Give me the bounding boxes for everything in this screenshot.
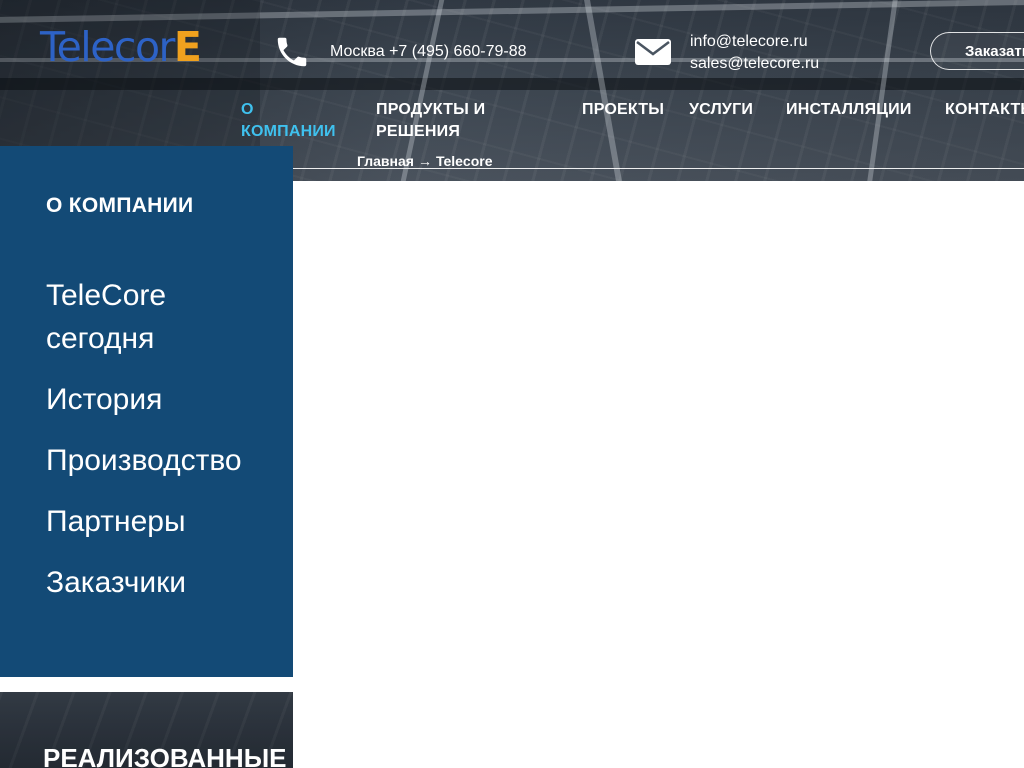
order-button[interactable]: Заказать	[930, 32, 1024, 70]
nav-item-about[interactable]: О КОМПАНИИ	[241, 99, 336, 143]
nav-item-label: ПРОЕКТЫ	[582, 101, 665, 118]
mail-icon	[635, 39, 671, 65]
breadcrumb-current: Telecore	[435, 153, 493, 169]
email-sales-link[interactable]: sales@telecore.ru	[690, 53, 819, 75]
phone-icon	[277, 37, 307, 67]
breadcrumb-arrow-icon: →	[417, 153, 432, 169]
promo-title: РЕАЛИЗОВАННЫЕ	[43, 743, 287, 768]
sidebar-item-label: TeleCore	[46, 279, 167, 312]
sidebar-item-history[interactable]: История	[46, 378, 162, 421]
breadcrumb: Главная → Telecore	[357, 153, 492, 169]
projects-promo-card[interactable]: РЕАЛИЗОВАННЫЕ	[0, 692, 293, 768]
nav-item-installations[interactable]: ИНСТАЛЛЯЦИИ	[786, 99, 912, 121]
hero-divider	[293, 168, 1024, 169]
nav-item-label: О	[241, 101, 254, 118]
nav-item-label: УСЛУГИ	[689, 101, 754, 118]
phone-number[interactable]: Москва +7 (495) 660-79-88	[330, 42, 527, 62]
nav-item-contacts[interactable]: КОНТАКТЫ	[945, 99, 1024, 121]
email-list: info@telecore.ru sales@telecore.ru	[690, 31, 819, 75]
nav-item-projects[interactable]: ПРОЕКТЫ	[582, 99, 664, 121]
email-info-link[interactable]: info@telecore.ru	[690, 31, 819, 53]
sidebar-item-telecore-today[interactable]: TeleCore сегодня	[46, 274, 166, 360]
breadcrumb-home-link[interactable]: Главная	[357, 153, 414, 169]
nav-item-label: ИНСТАЛЛЯЦИИ	[786, 101, 912, 118]
sidebar-item-production[interactable]: Производство	[46, 439, 242, 482]
sidebar-item-label: сегодня	[46, 322, 155, 355]
nav-item-label: КОМПАНИИ	[241, 123, 336, 140]
nav-item-label: КОНТАКТЫ	[945, 101, 1024, 118]
sidebar-title: О КОМПАНИИ	[46, 194, 194, 217]
sidebar-item-customers[interactable]: Заказчики	[46, 561, 186, 604]
nav-item-label: РЕШЕНИЯ	[376, 123, 461, 140]
sidebar: О КОМПАНИИ TeleCore сегодня История Прои…	[0, 146, 293, 677]
nav-item-products[interactable]: ПРОДУКТЫ И РЕШЕНИЯ	[376, 99, 485, 143]
sidebar-item-partners[interactable]: Партнеры	[46, 500, 186, 543]
nav-item-services[interactable]: УСЛУГИ	[689, 99, 753, 121]
nav-item-label: ПРОДУКТЫ И	[376, 101, 486, 118]
telecore-logo[interactable]: TelecorE	[40, 24, 202, 70]
